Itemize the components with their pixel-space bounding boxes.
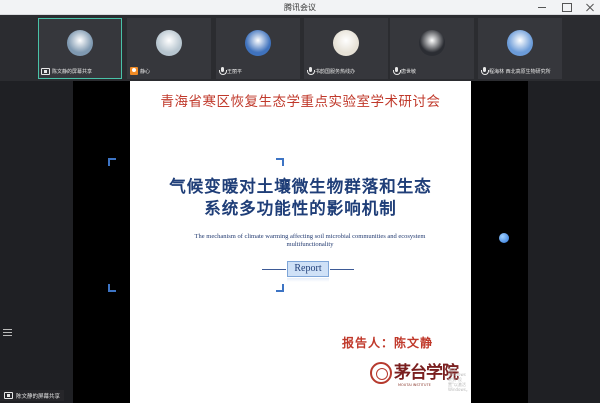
window-title: 腾讯会议 (284, 3, 316, 12)
slide-title-line-1: 气候变暖对土壤微生物群落和生态 (169, 177, 432, 196)
title-bar: 腾讯会议 (0, 0, 600, 15)
slide-header: 青海省寒区恢复生态学重点实验室学术研讨会 (160, 94, 441, 110)
participant-tile[interactable]: 王丽平 (216, 18, 300, 79)
corner-bracket-icon (108, 284, 116, 292)
participant-name: 唐世敏 (401, 68, 417, 75)
sharer-name: 陈文静的屏幕共享 (16, 393, 61, 400)
corner-bracket-icon (276, 284, 284, 292)
participant-gallery: 陈文静的屏幕共享 静心 王丽平 书韵国服务热线办 唐世敏 程海林 西北高原生物研究所 (0, 15, 600, 81)
avatar (507, 30, 533, 56)
participant-tile[interactable]: 静心 (127, 18, 211, 79)
slide-title-line-2: 系统多功能性的影响机制 (204, 199, 397, 218)
corner-bracket-icon (276, 158, 284, 166)
participant-name: 程海林 西北高原生物研究所 (489, 68, 551, 75)
participant-name: 王丽平 (227, 68, 243, 75)
watermark-line-2: 转到"设置"以激活 Windows。 (448, 377, 470, 392)
presentation-slide: 青海省寒区恢复生态学重点实验室学术研讨会 气候变暖对土壤微生物群落和生态 系统多… (130, 81, 471, 403)
minimize-icon[interactable] (536, 1, 548, 13)
screen-share-icon (4, 392, 13, 399)
corner-bracket-icon (108, 158, 116, 166)
divider (330, 269, 354, 270)
screen-sharer-label: 陈文静的屏幕共享 (0, 390, 65, 401)
report-label: Report (287, 261, 329, 277)
mic-icon (307, 67, 315, 75)
maximize-icon[interactable] (560, 1, 572, 13)
participant-namebar: 静心 (130, 66, 208, 76)
avatar (67, 30, 93, 56)
watermark-line-1: 激活 Windows (448, 367, 466, 377)
sidebar-toggle-icon[interactable] (3, 327, 12, 336)
participant-name: 静心 (140, 68, 151, 75)
screen-share-icon (41, 67, 50, 75)
floating-ball-icon[interactable] (499, 233, 509, 243)
participant-tile[interactable]: 陈文静的屏幕共享 (38, 18, 122, 79)
user-icon (130, 67, 138, 75)
participant-namebar: 唐世敏 (393, 66, 471, 76)
report-label-group: Report (262, 261, 354, 282)
avatar (156, 30, 182, 56)
college-english-name: MOUTAI INSTITUTE (398, 383, 431, 387)
participant-namebar: 程海林 西北高原生物研究所 (481, 66, 559, 76)
report-reflection (287, 278, 329, 282)
presenter-name: 报告人：陈文静 (342, 336, 434, 350)
avatar (419, 30, 445, 56)
college-seal-icon (370, 362, 392, 384)
mic-icon (219, 67, 227, 75)
participant-name: 书韵国服务热线办 (315, 68, 356, 75)
participant-tile[interactable]: 书韵国服务热线办 (304, 18, 388, 79)
close-icon[interactable] (584, 1, 596, 13)
participant-tile[interactable]: 程海林 西北高原生物研究所 (478, 18, 562, 79)
participant-namebar: 陈文静的屏幕共享 (41, 66, 119, 76)
participant-name: 陈文静的屏幕共享 (52, 68, 93, 75)
avatar (245, 30, 271, 56)
participant-namebar: 王丽平 (219, 66, 297, 76)
divider (262, 269, 286, 270)
mic-icon (481, 67, 489, 75)
mic-icon (393, 67, 401, 75)
shared-screen-stage: 青海省寒区恢复生态学重点实验室学术研讨会 气候变暖对土壤微生物群落和生态 系统多… (0, 81, 600, 403)
slide-chinese-title: 气候变暖对土壤微生物群落和生态 系统多功能性的影响机制 (130, 176, 471, 220)
windows-activation-watermark: 激活 Windows 转到"设置"以激活 Windows。 (448, 367, 471, 392)
window-controls (536, 1, 596, 13)
avatar (333, 30, 359, 56)
participant-tile[interactable]: 唐世敏 (390, 18, 474, 79)
slide-english-title: The mechanism of climate warming affecti… (194, 233, 426, 248)
participant-namebar: 书韵国服务热线办 (307, 66, 385, 76)
